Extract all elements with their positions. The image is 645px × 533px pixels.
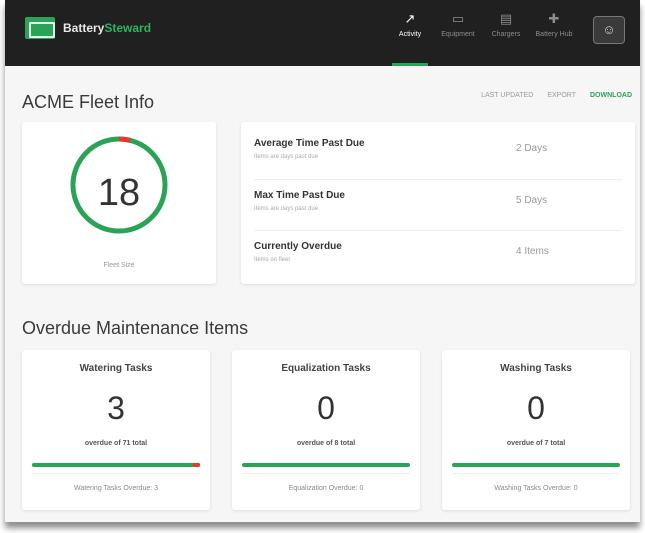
brand-name: BatterySteward <box>63 21 151 35</box>
task-overdue-link[interactable]: Washing Tasks Overdue: 0 <box>442 485 630 492</box>
task-progress-fill <box>452 463 620 467</box>
nav-item-label: Activity <box>398 31 422 38</box>
task-overdue-count: 0 <box>527 390 545 426</box>
task-total-label: overdue of 71 total <box>84 440 148 447</box>
stat-value: 4 Items <box>516 246 549 257</box>
fleet-size-card: 18 Fleet Size <box>22 122 216 284</box>
nav-item-label: Equipment <box>441 31 475 38</box>
user-icon: ☺ <box>602 22 616 37</box>
task-overdue-count: 0 <box>317 390 335 426</box>
task-progress-fill <box>242 463 410 467</box>
fleet-header-actions: LAST UPDATED EXPORT DOWNLOAD <box>467 92 632 99</box>
activity-icon: ↗ <box>404 11 416 26</box>
task-title: Washing Tasks <box>500 363 572 374</box>
stat-subtitle: Items are days past due <box>254 154 319 160</box>
stat-row-max-past-due: Max Time Past Due Items are days past du… <box>254 179 622 227</box>
fleet-info-title: ACME Fleet Info <box>22 92 155 112</box>
last-updated-link[interactable]: LAST UPDATED <box>481 92 533 99</box>
brand-name-main: Battery <box>63 21 105 35</box>
stat-row-average-past-due: Average Time Past Due Items are days pas… <box>254 128 622 176</box>
user-avatar-button[interactable]: ☺ <box>593 16 625 44</box>
fleet-size-caption: Fleet Size <box>103 262 135 269</box>
overdue-section-title: Overdue Maintenance Items <box>22 318 249 338</box>
task-total-label: overdue of 8 total <box>296 440 356 447</box>
main-nav: ↗ Activity ▭ Equipment ▤ Chargers ✚ Batt… <box>386 10 578 66</box>
nav-item-activity[interactable]: ↗ Activity <box>386 10 434 66</box>
stat-title: Max Time Past Due <box>254 190 345 201</box>
stat-title: Average Time Past Due <box>254 138 365 149</box>
nav-item-label: Chargers <box>491 31 521 38</box>
brand-name-accent: Steward <box>104 21 152 35</box>
past-due-stats-card: Average Time Past Due Items are days pas… <box>241 122 635 284</box>
stat-value: 5 Days <box>516 195 548 206</box>
app-window: BatterySteward ↗ Activity ▭ Equipment ▤ … <box>5 0 640 522</box>
stat-subtitle: Items on fleet <box>254 257 291 263</box>
task-total-label: overdue of 7 total <box>506 440 566 447</box>
download-link[interactable]: DOWNLOAD <box>590 92 632 99</box>
nav-item-battery-hub[interactable]: ✚ Battery Hub <box>530 10 578 56</box>
task-title: Watering Tasks <box>79 363 153 374</box>
task-overdue-link[interactable]: Equalization Overdue: 0 <box>232 485 420 492</box>
task-overdue-fill <box>193 463 200 467</box>
task-title: Equalization Tasks <box>281 363 371 374</box>
task-overdue-link[interactable]: Watering Tasks Overdue: 3 <box>22 485 210 492</box>
brand-logo[interactable]: BatterySteward <box>25 17 151 39</box>
stat-value: 2 Days <box>516 143 548 154</box>
battery-icon: ▭ <box>451 11 465 26</box>
stat-title: Currently Overdue <box>254 241 342 252</box>
task-progress-fill <box>32 463 200 467</box>
stat-row-currently-overdue: Currently Overdue Items on fleet 4 Items <box>254 230 622 278</box>
task-progress-bar <box>452 463 620 467</box>
stat-subtitle: Items are days past due <box>254 206 319 212</box>
task-progress-bar <box>32 463 200 467</box>
divider <box>452 473 620 474</box>
hub-icon: ✚ <box>548 11 560 26</box>
washing-tasks-card: Washing Tasks 0 overdue of 7 total Washi… <box>442 350 630 510</box>
fleet-size-value: 18 <box>97 172 141 214</box>
divider <box>242 473 410 474</box>
nav-item-equipment[interactable]: ▭ Equipment <box>434 10 482 56</box>
task-progress-bar <box>242 463 410 467</box>
equalization-tasks-card: Equalization Tasks 0 overdue of 8 total … <box>232 350 420 510</box>
divider <box>32 473 200 474</box>
nav-item-chargers[interactable]: ▤ Chargers <box>482 10 530 56</box>
export-link[interactable]: EXPORT <box>547 92 576 99</box>
watering-tasks-card: Watering Tasks 3 overdue of 71 total Wat… <box>22 350 210 510</box>
battery-logo-icon <box>25 17 55 39</box>
top-bar: BatterySteward ↗ Activity ▭ Equipment ▤ … <box>5 0 640 66</box>
task-overdue-count: 3 <box>107 390 125 426</box>
nav-item-label: Battery Hub <box>535 31 573 38</box>
charger-icon: ▤ <box>499 11 513 26</box>
